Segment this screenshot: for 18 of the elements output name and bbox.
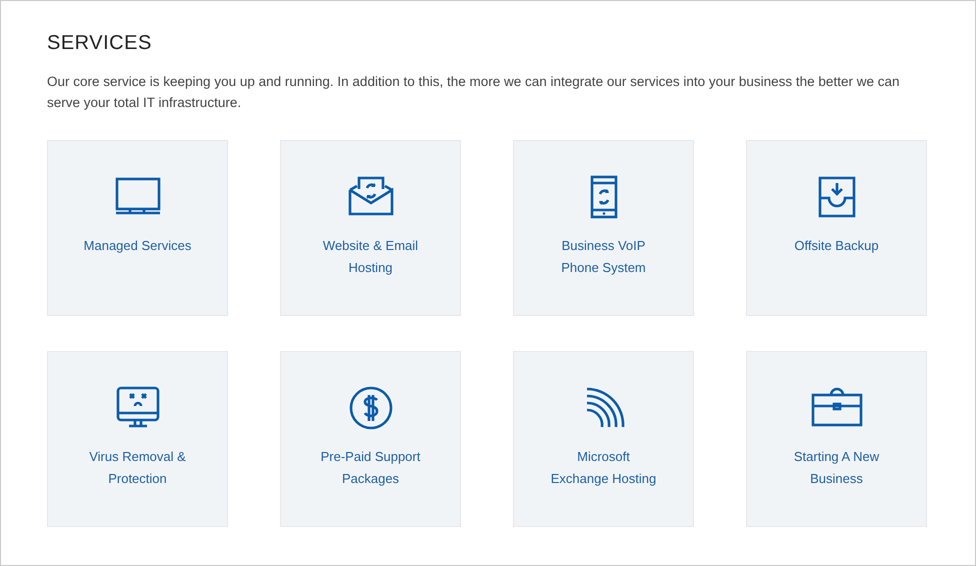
service-card[interactable]: Pre-Paid Support Packages [280, 351, 461, 527]
service-title[interactable]: Website & Email Hosting [314, 235, 426, 279]
section-title: SERVICES [47, 32, 153, 55]
service-card[interactable]: Microsoft Exchange Hosting [513, 351, 694, 527]
intro-paragraph: Our core service is keeping you up and running. In addition to this, the more we can integrate our services into your business the better we can serve your total IT infrastructure. [47, 73, 900, 112]
service-card[interactable]: Managed Services [47, 140, 228, 316]
service-card[interactable]: Offsite Backup [746, 140, 927, 316]
service-title[interactable]: Business VoIP Phone System [548, 235, 660, 279]
service-card[interactable]: Website & Email Hosting [280, 140, 461, 316]
service-title[interactable]: Microsoft Exchange Hosting [548, 446, 660, 490]
service-card[interactable]: Starting A New Business [746, 351, 927, 527]
service-title[interactable]: Starting A New Business [780, 446, 892, 490]
service-title[interactable]: Virus Removal & Protection [82, 446, 194, 490]
service-title[interactable]: Pre-Paid Support Packages [314, 446, 426, 490]
service-title[interactable]: Offsite Backup [780, 235, 892, 257]
service-title[interactable]: Managed Services [82, 235, 194, 257]
service-card[interactable]: Business VoIP Phone System [513, 140, 694, 316]
service-card[interactable]: Virus Removal & Protection [47, 351, 228, 527]
